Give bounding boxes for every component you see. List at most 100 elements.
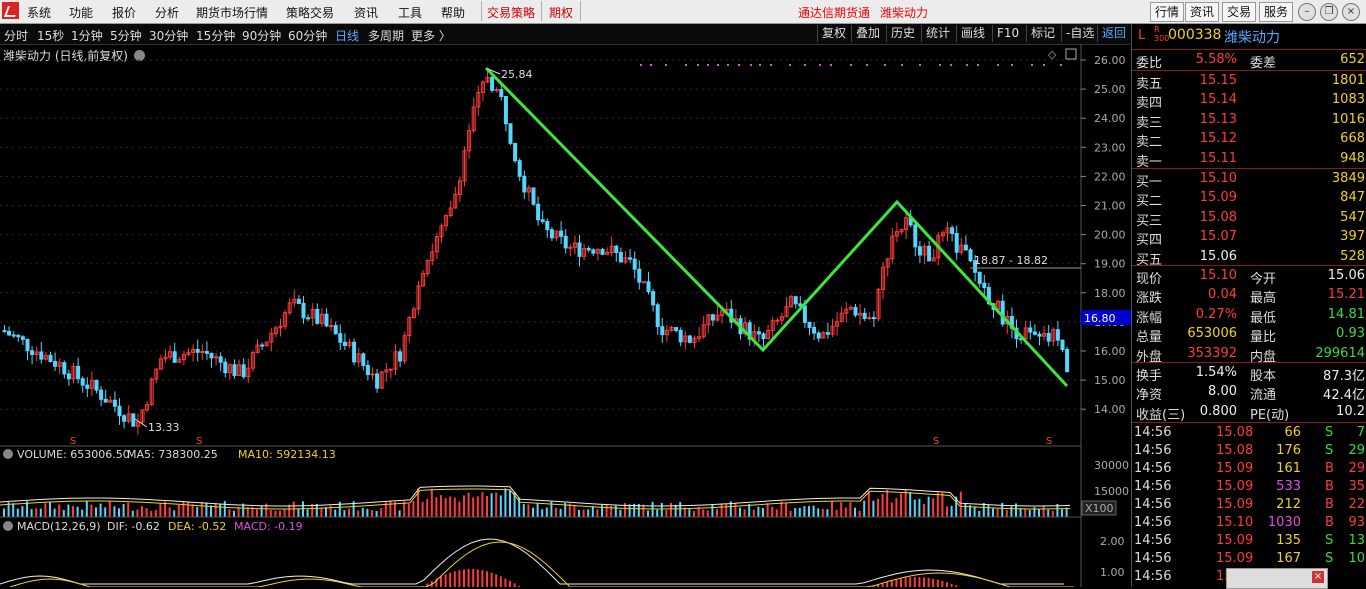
tick-time: 14:56 (1134, 551, 1172, 566)
overlay-button[interactable]: 叠加 (851, 25, 884, 42)
f10-button[interactable]: F10 (992, 25, 1023, 42)
menu-futures-market[interactable]: 期货市场行情 (196, 4, 268, 21)
tick-row: 14:56 15.09 167 S 10 (1132, 550, 1366, 569)
service-button[interactable]: 服务 (1259, 2, 1294, 22)
volume-bar (187, 502, 189, 517)
macd-bar (490, 572, 493, 587)
period-1min[interactable]: 1分钟 (71, 27, 103, 44)
adjust-button[interactable]: 复权 (817, 25, 850, 42)
ask-label: 卖三 (1136, 115, 1163, 131)
back-button[interactable]: 返回 (1097, 25, 1130, 42)
menu-news[interactable]: 资讯 (354, 4, 378, 21)
volume-bar (886, 490, 889, 517)
axis-label: 24.00 (1094, 112, 1126, 125)
tick-row: 14:56 15.09 533 B 35 (1132, 478, 1366, 497)
volume-bar (16, 508, 19, 517)
event-marker (707, 64, 709, 66)
period-30min[interactable]: 30分钟 (149, 27, 188, 44)
period-multi[interactable]: 多周期 (368, 27, 404, 44)
tick-time: 14:56 (1134, 569, 1172, 584)
period-5min[interactable]: 5分钟 (110, 27, 142, 44)
bid-price: 15.09 (1199, 190, 1237, 206)
volume-bar (642, 504, 645, 517)
axis-label: 16.00 (1094, 345, 1126, 358)
event-marker (650, 64, 652, 66)
volume-bar (325, 507, 327, 517)
add-watchlist-button[interactable]: -自选 (1061, 25, 1098, 42)
menu-strategy-trade[interactable]: 策略交易 (286, 4, 334, 21)
volume-bar (412, 501, 415, 517)
macd-dea: DEA: -0.52 (168, 520, 226, 533)
volume-bar (831, 501, 833, 517)
mark-button[interactable]: 标记 (1026, 25, 1059, 42)
volume-bar (279, 510, 281, 517)
draw-line-button[interactable]: 画线 (956, 25, 989, 42)
candle-body (122, 415, 127, 422)
stats-button[interactable]: 统计 (921, 25, 954, 42)
candle-body (660, 326, 665, 336)
quote-button[interactable]: 行情 (1150, 2, 1185, 22)
tick-side: S (1325, 443, 1334, 458)
volume-bar (90, 504, 93, 517)
volume-bar (389, 501, 392, 517)
macd-bar (904, 577, 907, 587)
period-90min[interactable]: 90分钟 (242, 27, 281, 44)
volume-bar (739, 507, 741, 517)
macd-bar (923, 577, 925, 587)
menu-trade-strategy[interactable]: 交易策略 (487, 4, 535, 21)
candle-body (591, 249, 596, 254)
menu-function[interactable]: 功能 (69, 4, 93, 21)
tick-side: B (1325, 479, 1334, 494)
news-button[interactable]: 资讯 (1185, 2, 1220, 22)
bid-price: 15.10 (1199, 171, 1237, 186)
signal-s-1: S (70, 436, 76, 447)
history-button[interactable]: 历史 (886, 25, 919, 42)
finance-label: 换手 (1136, 369, 1163, 384)
price-tag: 16.80 (1084, 312, 1116, 325)
macd-toggle-icon (3, 521, 13, 531)
period-more[interactable]: 更多 〉 (411, 27, 451, 44)
period-15min[interactable]: 15分钟 (196, 27, 235, 44)
menu-analysis[interactable]: 分析 (155, 4, 179, 21)
volume-bar (693, 510, 695, 517)
app-logo-icon[interactable] (2, 2, 19, 19)
menu-help[interactable]: 帮助 (441, 4, 465, 21)
volume-bar (587, 509, 590, 517)
volume-bar (228, 509, 231, 517)
menu-options[interactable]: 期权 (549, 4, 573, 21)
trade-button[interactable]: 交易 (1222, 2, 1257, 22)
period-15s[interactable]: 15秒 (37, 27, 64, 44)
event-marker (1031, 64, 1033, 66)
close-icon[interactable]: × (1342, 3, 1360, 21)
candle-body (1028, 327, 1033, 333)
tick-price: 15.09 (1216, 533, 1254, 548)
candle-body (112, 399, 117, 407)
volume-bar (486, 495, 488, 517)
menu-tools[interactable]: 工具 (398, 4, 422, 21)
volume-bar (509, 490, 511, 517)
restore-icon[interactable]: ❐ (1320, 3, 1338, 21)
tick-count: 22 (1348, 497, 1365, 512)
candle-body (204, 351, 209, 354)
period-timeshare[interactable]: 分时 (4, 27, 28, 44)
candle-body (324, 313, 329, 327)
volume-bar (223, 501, 226, 517)
menu-quote[interactable]: 报价 (112, 4, 136, 21)
popup-window[interactable]: × (1226, 568, 1328, 589)
minimize-icon[interactable]: – (1298, 3, 1316, 21)
kline-chart[interactable]: 26.00 25.00 24.00 23.00 22.00 21.00 20.00 19.00… (0, 44, 1131, 587)
volume-bar (122, 504, 125, 517)
candle-body (867, 317, 872, 320)
volume-bar (821, 508, 824, 517)
volume-bar (785, 502, 787, 517)
period-daily[interactable]: 日线 (335, 27, 359, 44)
tick-side: S (1325, 551, 1334, 566)
candle-body (600, 248, 605, 255)
period-60min[interactable]: 60分钟 (288, 27, 327, 44)
menu-system[interactable]: 系统 (27, 4, 51, 21)
quote-header: L R 300 000338 潍柴动力 (1132, 24, 1366, 48)
volume-bar (849, 502, 852, 517)
candle-body (1065, 348, 1070, 373)
tick-price: 15.09 (1216, 551, 1254, 566)
popup-close-icon[interactable]: × (1312, 571, 1324, 583)
